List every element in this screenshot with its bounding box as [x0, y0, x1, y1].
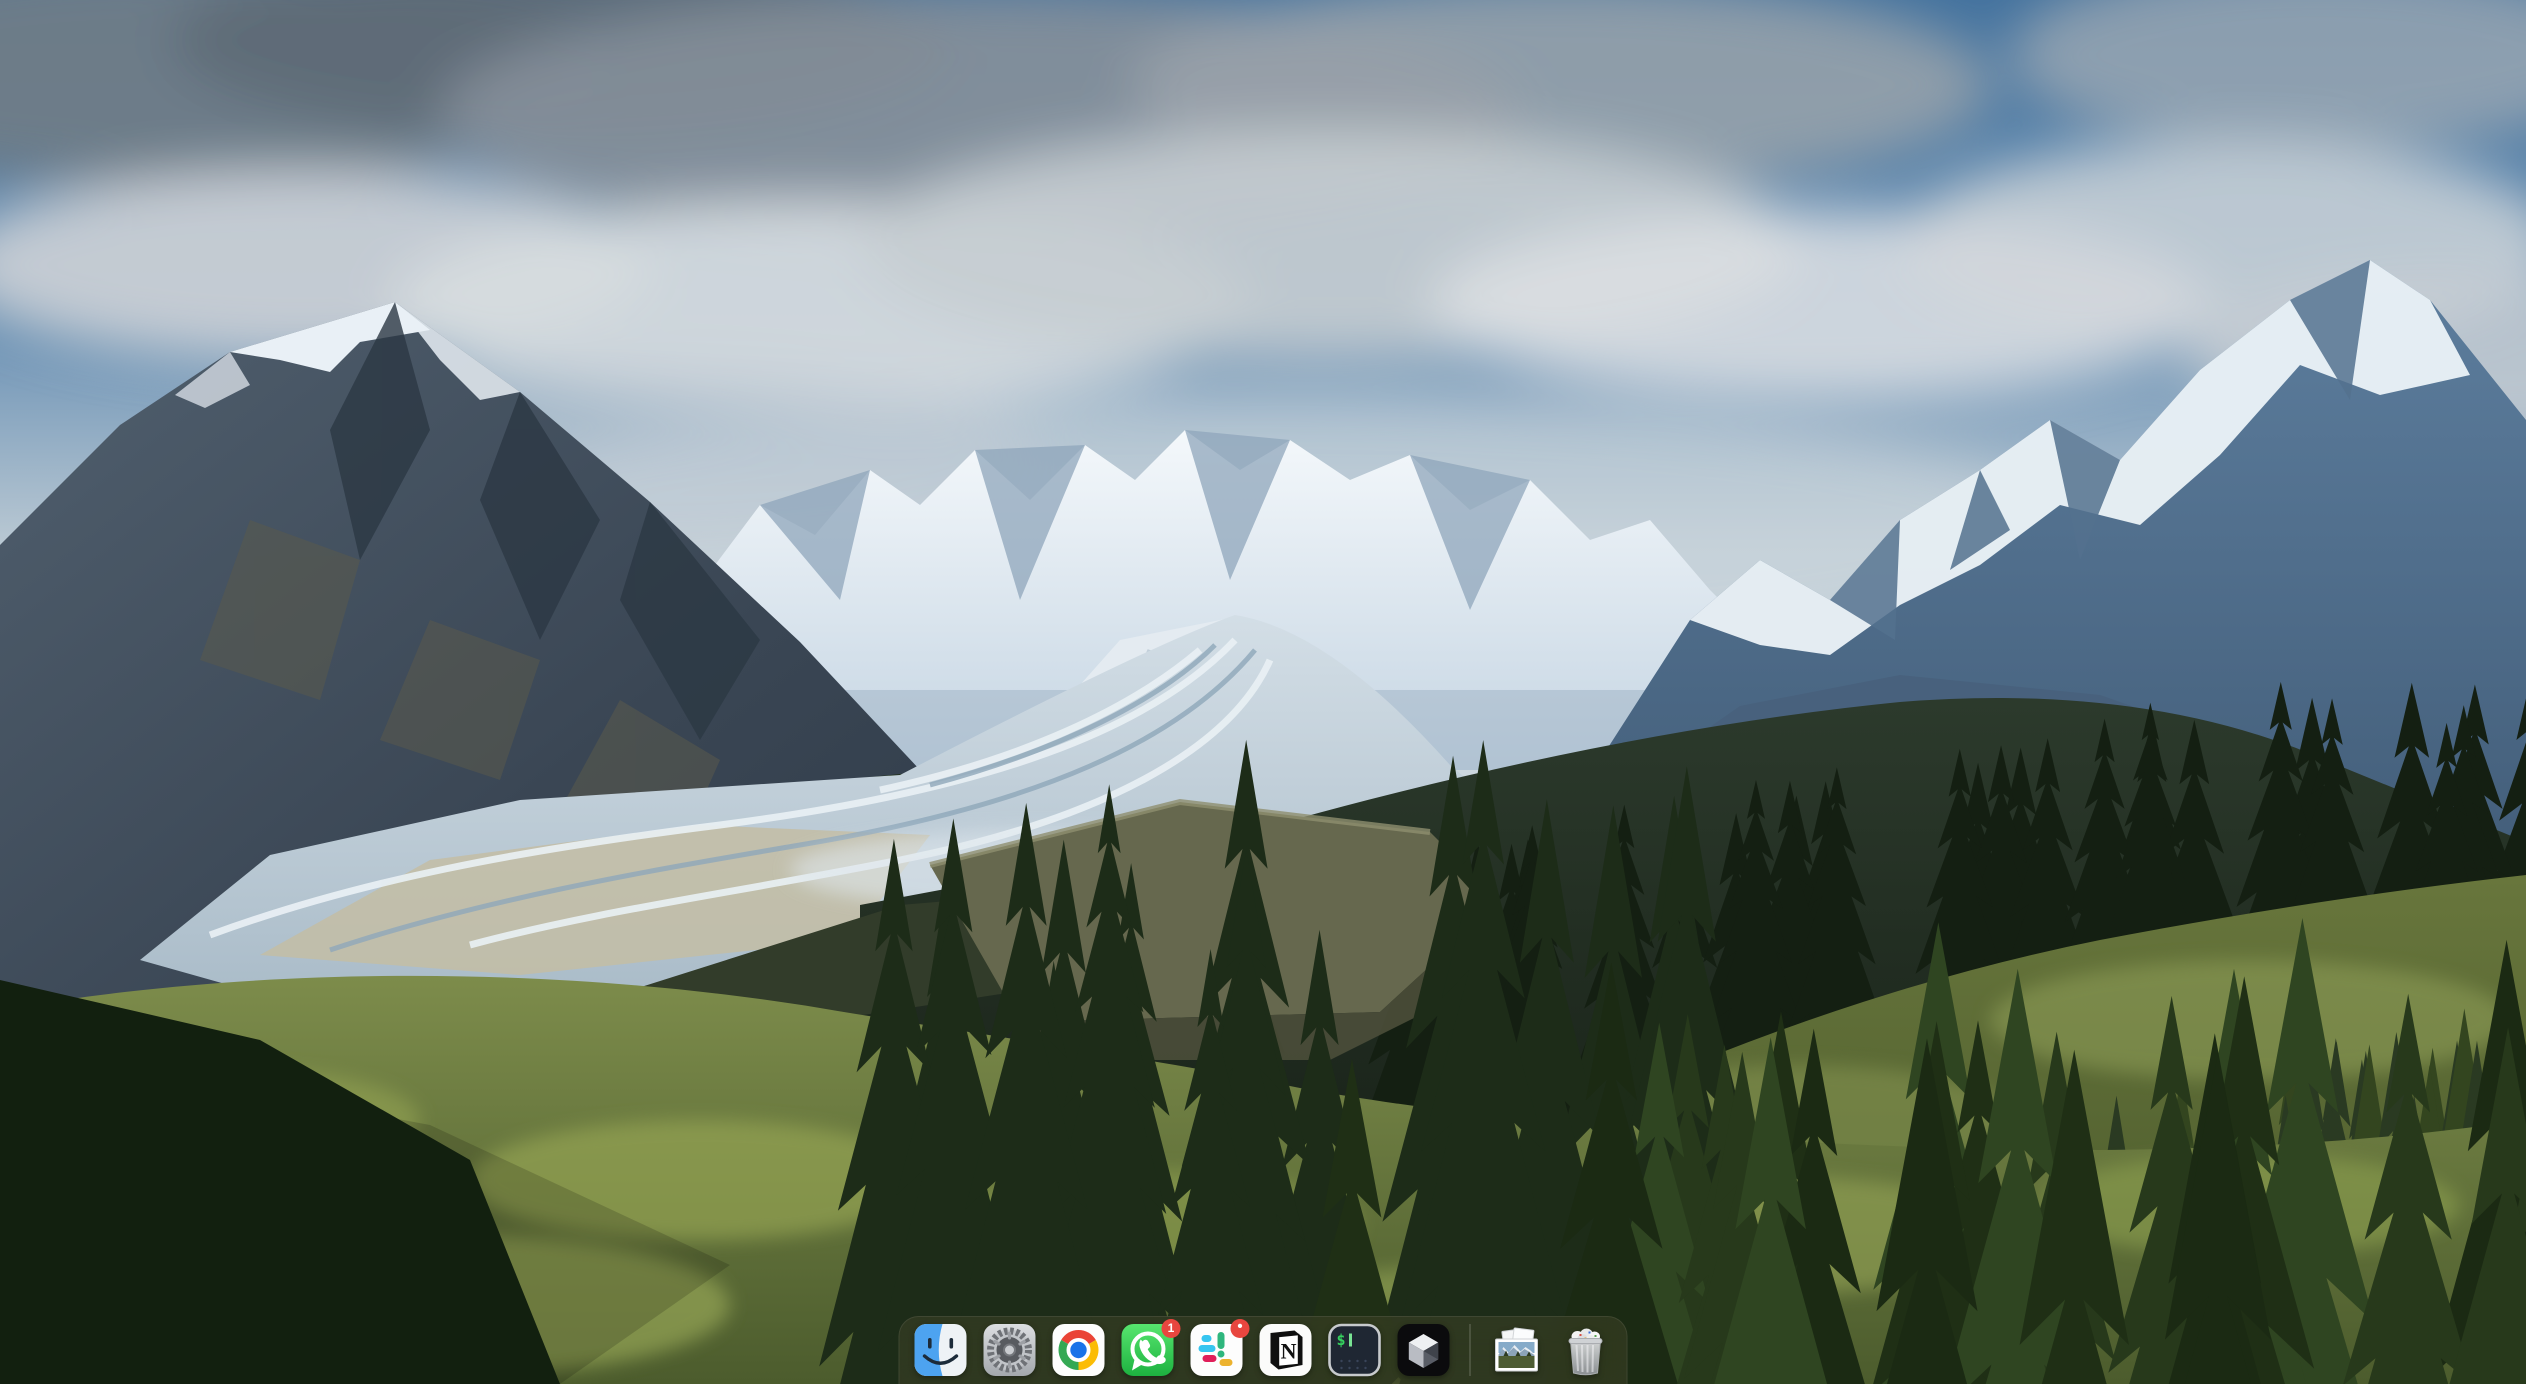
dock-item-notion[interactable]: N — [1259, 1323, 1313, 1377]
dock-item-cursor[interactable] — [1397, 1323, 1451, 1377]
dock: 1 • N $ — [899, 1316, 1628, 1384]
dock-separator — [1470, 1324, 1471, 1376]
desktop: 1 • N $ — [0, 0, 2526, 1384]
slack-notification-badge: • — [1231, 1319, 1250, 1338]
dock-item-terminal[interactable]: $ — [1328, 1323, 1382, 1377]
dock-item-chrome[interactable] — [1052, 1323, 1106, 1377]
whatsapp-notification-badge: 1 — [1162, 1319, 1181, 1338]
dock-item-system-settings[interactable] — [983, 1323, 1037, 1377]
dock-item-slack[interactable]: • — [1190, 1323, 1244, 1377]
terminal-prompt: $ — [1337, 1331, 1346, 1349]
finder-icon — [914, 1323, 968, 1377]
desktop-wallpaper — [0, 0, 2526, 1384]
notion-icon: N — [1259, 1323, 1313, 1377]
trash-full-icon — [1559, 1323, 1613, 1377]
dock-item-trash[interactable] — [1559, 1323, 1613, 1377]
dock-item-screenshot-stack[interactable] — [1490, 1323, 1544, 1377]
terminal-icon: $ — [1328, 1323, 1382, 1377]
terminal-cursor — [1349, 1334, 1352, 1347]
cursor-cube-icon — [1397, 1323, 1451, 1377]
chrome-icon — [1052, 1323, 1106, 1377]
dock-item-finder[interactable] — [914, 1323, 968, 1377]
gear-icon — [983, 1323, 1037, 1377]
dock-item-whatsapp[interactable]: 1 — [1121, 1323, 1175, 1377]
screenshot-stack-icon — [1490, 1323, 1544, 1377]
notion-letter: N — [1281, 1339, 1297, 1364]
